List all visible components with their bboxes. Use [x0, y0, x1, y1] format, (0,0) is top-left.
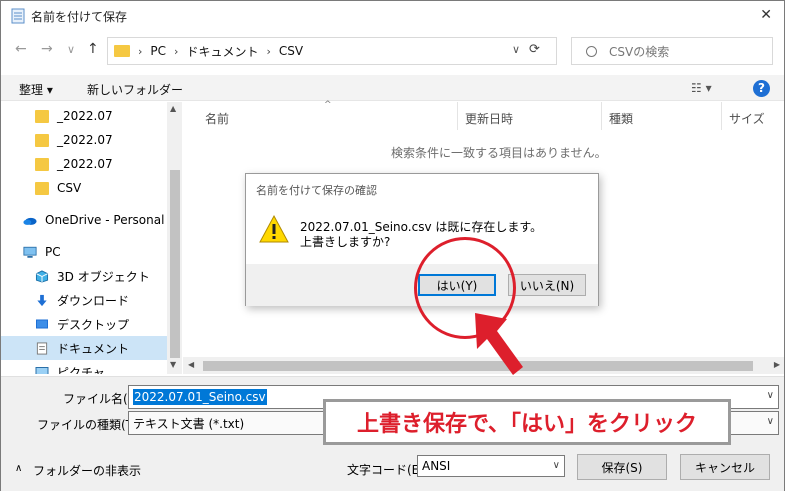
chevron-down-icon[interactable]: ∨ [512, 43, 520, 56]
cancel-button[interactable]: キャンセル [680, 454, 770, 480]
dialog-message-line2: 上書きしますか? [300, 235, 391, 249]
folder-icon [35, 109, 49, 123]
sidebar-item-label: _2022.07 [57, 109, 113, 123]
no-button[interactable]: いいえ(N) [508, 274, 586, 296]
sidebar-item-label: CSV [57, 181, 82, 195]
sidebar-item-label: ダウンロード [57, 293, 130, 308]
dialog-message-line1: 2022.07.01_Seino.csv は既に存在します。 [300, 220, 543, 234]
encoding-value: ANSI [422, 459, 451, 473]
column-modified[interactable]: 更新日時 [465, 110, 513, 127]
documents-icon [36, 341, 48, 355]
column-divider[interactable] [457, 102, 458, 130]
dialog-message: 2022.07.01_Seino.csv は既に存在します。 上書きしますか? [300, 220, 542, 250]
pointer-arrow-icon [475, 313, 523, 375]
sidebar-item-label: PC [45, 245, 61, 259]
sidebar-item-label: _2022.07 [57, 133, 113, 147]
filetype-label: ファイルの種類(T): [37, 418, 142, 432]
sidebar-item-3d-objects[interactable]: 3D オブジェクト [1, 264, 167, 288]
sidebar-item-folder[interactable]: _2022.07 [1, 104, 167, 128]
scroll-down-icon[interactable]: ▼ [170, 360, 176, 369]
scroll-up-icon[interactable]: ▲ [170, 104, 176, 113]
sidebar-item-desktop[interactable]: デスクトップ [1, 312, 167, 336]
3d-objects-icon [35, 269, 49, 283]
sidebar-item-label: デスクトップ [57, 317, 130, 332]
sort-arrow-icon: ^ [324, 100, 332, 110]
warning-icon [259, 214, 289, 243]
back-arrow-icon[interactable]: ← [15, 41, 27, 57]
address-bar[interactable]: › PC › ドキュメント › CSV ∨ [107, 37, 557, 65]
up-arrow-icon[interactable]: ↑ [87, 41, 99, 57]
sidebar-item-csv[interactable]: CSV [1, 176, 167, 200]
title-bar: 名前を付けて保存 ✕ [1, 1, 784, 31]
close-icon[interactable]: ✕ [760, 7, 772, 23]
folder-icon [35, 133, 49, 147]
save-button[interactable]: 保存(S) [577, 454, 667, 480]
scroll-right-icon[interactable]: ▶ [774, 360, 780, 369]
pc-icon [23, 246, 37, 258]
breadcrumb-separator: › [266, 44, 271, 58]
scroll-left-icon[interactable]: ◀ [188, 360, 194, 369]
sidebar-item-label: OneDrive - Personal [45, 213, 165, 227]
search-placeholder: CSVの検索 [609, 44, 670, 59]
breadcrumb-pc[interactable]: PC [150, 44, 166, 58]
search-icon [586, 45, 597, 57]
column-header: 名前 ^ 更新日時 種類 サイズ [183, 100, 784, 132]
chevron-down-icon[interactable]: ∨ [767, 390, 774, 401]
column-type[interactable]: 種類 [609, 110, 633, 127]
hide-folders-toggle[interactable]: フォルダーの非表示 [33, 462, 141, 479]
dialog-title: 名前を付けて保存の確認 [256, 184, 377, 197]
breadcrumb-separator: › [138, 44, 143, 58]
folder-icon [114, 45, 130, 57]
scrollbar-thumb[interactable] [170, 170, 180, 358]
filename-value: 2022.07.01_Seino.csv [133, 389, 267, 405]
view-options-icon[interactable]: ☷ ▾ [691, 81, 712, 95]
navigation-bar: ← → ∨ ↑ › PC › ドキュメント › CSV ∨ ⟳ CSVの検索 [1, 35, 784, 67]
folder-icon [35, 157, 49, 171]
organize-button[interactable]: 整理 ▾ [19, 81, 53, 98]
breadcrumb-csv[interactable]: CSV [279, 44, 303, 58]
refresh-icon[interactable]: ⟳ [529, 42, 540, 57]
navigation-pane: _2022.07 _2022.07 _2022.07 CSV OneDrive … [1, 102, 183, 374]
new-folder-button[interactable]: 新しいフォルダー [87, 81, 183, 98]
recent-locations-icon[interactable]: ∨ [67, 43, 75, 56]
save-as-window: 名前を付けて保存 ✕ ← → ∨ ↑ › PC › ドキュメント › CSV ∨… [0, 0, 785, 491]
column-divider[interactable] [721, 102, 722, 130]
column-name[interactable]: 名前 [205, 110, 229, 127]
download-icon [37, 294, 47, 306]
search-input[interactable]: CSVの検索 [571, 37, 773, 65]
empty-list-message: 検索条件に一致する項目はありません。 [391, 146, 607, 160]
pictures-icon [35, 366, 49, 374]
encoding-select[interactable]: ANSI ∨ [417, 455, 565, 477]
encoding-label: 文字コード(E): [347, 463, 428, 477]
help-icon[interactable]: ? [753, 80, 770, 97]
sidebar-item-folder[interactable]: _2022.07 [1, 128, 167, 152]
folder-icon [35, 181, 49, 195]
chevron-down-icon[interactable]: ∨ [767, 416, 774, 427]
instruction-callout: 上書き保存で、「はい」をクリック [323, 399, 731, 445]
sidebar-item-pictures[interactable]: ピクチャ [1, 360, 167, 374]
desktop-icon [36, 319, 48, 328]
sidebar-item-label: ピクチャ [57, 365, 105, 375]
sidebar-item-pc[interactable]: PC [1, 240, 167, 264]
breadcrumb-separator: › [174, 44, 179, 58]
sidebar-item-label: 3D オブジェクト [57, 269, 150, 284]
sidebar-item-onedrive[interactable]: OneDrive - Personal [1, 208, 167, 232]
onedrive-icon [23, 217, 37, 225]
window-title: 名前を付けて保存 [31, 9, 128, 24]
sidebar-scrollbar[interactable]: ▲ ▼ [167, 102, 182, 374]
chevron-up-icon[interactable]: ∧ [15, 463, 22, 474]
filetype-value: テキスト文書 (*.txt) [133, 416, 245, 431]
sidebar-item-folder[interactable]: _2022.07 [1, 152, 167, 176]
forward-arrow-icon[interactable]: → [41, 41, 53, 57]
sidebar-item-documents[interactable]: ドキュメント [1, 336, 167, 360]
sidebar-item-downloads[interactable]: ダウンロード [1, 288, 167, 312]
sidebar-item-label: _2022.07 [57, 157, 113, 171]
notepad-icon [11, 8, 25, 24]
column-divider[interactable] [601, 102, 602, 130]
breadcrumb-documents[interactable]: ドキュメント [186, 43, 258, 60]
chevron-down-icon[interactable]: ∨ [553, 460, 560, 471]
sidebar-item-label: ドキュメント [57, 341, 130, 356]
column-size[interactable]: サイズ [729, 110, 765, 127]
command-toolbar: 整理 ▾ 新しいフォルダー ☷ ▾ ? [1, 75, 784, 101]
